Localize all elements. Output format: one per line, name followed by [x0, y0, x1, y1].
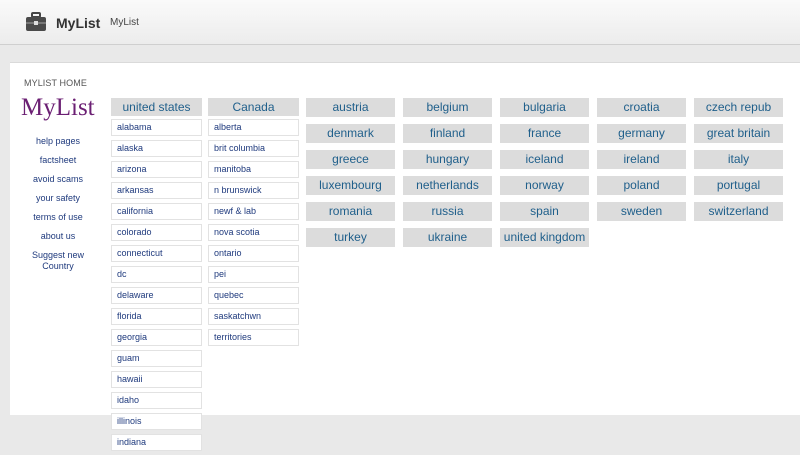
list-item[interactable]: dc [111, 266, 202, 283]
country-tile[interactable]: romania [306, 202, 395, 221]
country-tile[interactable]: iceland [500, 150, 589, 169]
logo[interactable]: MyList [21, 94, 95, 122]
country-tile[interactable]: belgium [403, 98, 492, 117]
top-bar: MyList MyList [0, 0, 800, 45]
sidebar-item-suggest-country[interactable]: Suggest new Country [20, 250, 96, 272]
list-item[interactable]: n brunswick [208, 182, 299, 199]
list-item[interactable]: alabama [111, 119, 202, 136]
country-tile[interactable]: denmark [306, 124, 395, 143]
list-item[interactable]: indiana [111, 434, 202, 451]
country-tile[interactable]: czech repub [694, 98, 783, 117]
canada-province-list: alberta brit columbia manitoba n brunswi… [208, 119, 299, 346]
canada-header[interactable]: Canada [208, 98, 299, 116]
breadcrumb[interactable]: MYLIST HOME [24, 78, 87, 88]
country-tile[interactable]: france [500, 124, 589, 143]
brand-title[interactable]: MyList [56, 15, 100, 31]
list-item[interactable]: delaware [111, 287, 202, 304]
list-item[interactable]: quebec [208, 287, 299, 304]
list-item[interactable]: ontario [208, 245, 299, 262]
country-tile[interactable]: spain [500, 202, 589, 221]
country-tile[interactable]: hungary [403, 150, 492, 169]
list-item[interactable]: georgia [111, 329, 202, 346]
list-item[interactable]: newf & lab [208, 203, 299, 220]
list-item[interactable]: arkansas [111, 182, 202, 199]
list-item[interactable]: idaho [111, 392, 202, 409]
list-item[interactable]: california [111, 203, 202, 220]
usa-column: united states alabama alaska arizona ark… [111, 98, 202, 455]
country-tile[interactable]: portugal [694, 176, 783, 195]
brand-subtitle[interactable]: MyList [110, 17, 139, 28]
country-tile[interactable]: ireland [597, 150, 686, 169]
sidebar-nav: help pages factsheet avoid scams your sa… [20, 136, 96, 280]
list-item[interactable]: brit columbia [208, 140, 299, 157]
usa-header[interactable]: united states [111, 98, 202, 116]
briefcase-icon [26, 12, 46, 31]
list-item[interactable]: pei [208, 266, 299, 283]
country-tile[interactable]: greece [306, 150, 395, 169]
list-item[interactable]: colorado [111, 224, 202, 241]
list-item[interactable]: saskatchwn [208, 308, 299, 325]
list-item[interactable]: guam [111, 350, 202, 367]
country-tile[interactable]: russia [403, 202, 492, 221]
list-item[interactable]: hawaii [111, 371, 202, 388]
country-tile[interactable]: finland [403, 124, 492, 143]
sidebar-item-your-safety[interactable]: your safety [20, 193, 96, 204]
sidebar-item-avoid-scams[interactable]: avoid scams [20, 174, 96, 185]
main-panel: MYLIST HOME MyList help pages factsheet … [10, 62, 800, 451]
list-item[interactable]: illinois [111, 413, 202, 430]
country-tile[interactable]: bulgaria [500, 98, 589, 117]
sidebar-item-factsheet[interactable]: factsheet [20, 155, 96, 166]
list-item[interactable]: nova scotia [208, 224, 299, 241]
list-item[interactable]: manitoba [208, 161, 299, 178]
country-tile[interactable]: norway [500, 176, 589, 195]
list-item[interactable]: alaska [111, 140, 202, 157]
country-tile[interactable]: united kingdom [500, 228, 589, 247]
country-tile[interactable]: poland [597, 176, 686, 195]
country-tile[interactable]: netherlands [403, 176, 492, 195]
usa-state-list: alabama alaska arizona arkansas californ… [111, 119, 202, 451]
list-item[interactable]: territories [208, 329, 299, 346]
country-tile[interactable]: sweden [597, 202, 686, 221]
list-item[interactable]: connecticut [111, 245, 202, 262]
sidebar-item-terms-of-use[interactable]: terms of use [20, 212, 96, 223]
country-tile[interactable]: luxembourg [306, 176, 395, 195]
country-tile[interactable]: ukraine [403, 228, 492, 247]
country-tile[interactable]: great britain [694, 124, 783, 143]
country-tile[interactable]: switzerland [694, 202, 783, 221]
sidebar-item-about-us[interactable]: about us [20, 231, 96, 242]
country-tile[interactable]: austria [306, 98, 395, 117]
country-tile[interactable]: italy [694, 150, 783, 169]
list-item[interactable]: florida [111, 308, 202, 325]
list-item[interactable]: arizona [111, 161, 202, 178]
country-tile[interactable]: croatia [597, 98, 686, 117]
list-item[interactable]: alberta [208, 119, 299, 136]
country-tile[interactable]: germany [597, 124, 686, 143]
canada-column: Canada alberta brit columbia manitoba n … [208, 98, 299, 350]
sidebar-item-help-pages[interactable]: help pages [20, 136, 96, 147]
country-tile[interactable]: turkey [306, 228, 395, 247]
